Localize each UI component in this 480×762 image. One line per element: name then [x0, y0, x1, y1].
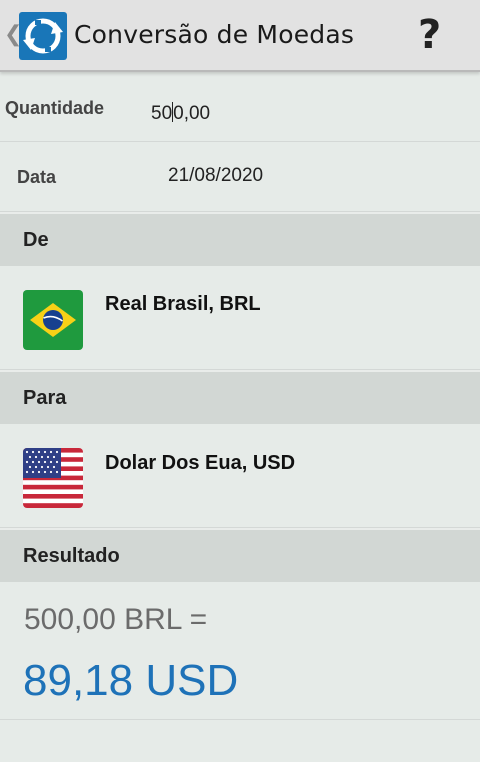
result-input-amount: 500,00 BRL = [24, 603, 208, 636]
help-icon[interactable]: ? [418, 12, 441, 58]
quantity-input[interactable]: 500,00 [151, 102, 210, 125]
from-section-header: De [0, 212, 480, 266]
to-currency-name: Dolar Dos Eua, USD [105, 452, 296, 474]
from-currency-name: Real Brasil, BRL [105, 293, 261, 315]
quantity-value-end: 0,00 [173, 103, 211, 124]
quantity-row: Quantidade 500,00 [0, 72, 480, 142]
result-output-amount: 89,18 USD [23, 656, 239, 705]
from-header-label: De [23, 229, 49, 251]
to-header-label: Para [23, 387, 67, 409]
to-currency-row[interactable]: Dolar Dos Eua, USD [0, 424, 480, 528]
usa-flag-icon [23, 448, 83, 508]
quantity-label: Quantidade [5, 98, 105, 118]
app-title: Conversão de Moedas [74, 20, 355, 49]
quantity-value-start: 50 [151, 103, 173, 124]
date-field[interactable]: 21/08/2020 [168, 165, 263, 187]
date-label: Data [17, 167, 57, 187]
brazil-flag-icon [23, 290, 83, 350]
date-row: Data 21/08/2020 [0, 142, 480, 212]
to-section-header: Para [0, 370, 480, 424]
app-bar: ❮ Conversão de Moedas ? [0, 0, 480, 72]
result-section-header: Resultado [0, 528, 480, 582]
currency-exchange-icon[interactable] [19, 12, 67, 60]
from-currency-row[interactable]: Real Brasil, BRL [0, 266, 480, 370]
result-header-label: Resultado [23, 545, 120, 567]
